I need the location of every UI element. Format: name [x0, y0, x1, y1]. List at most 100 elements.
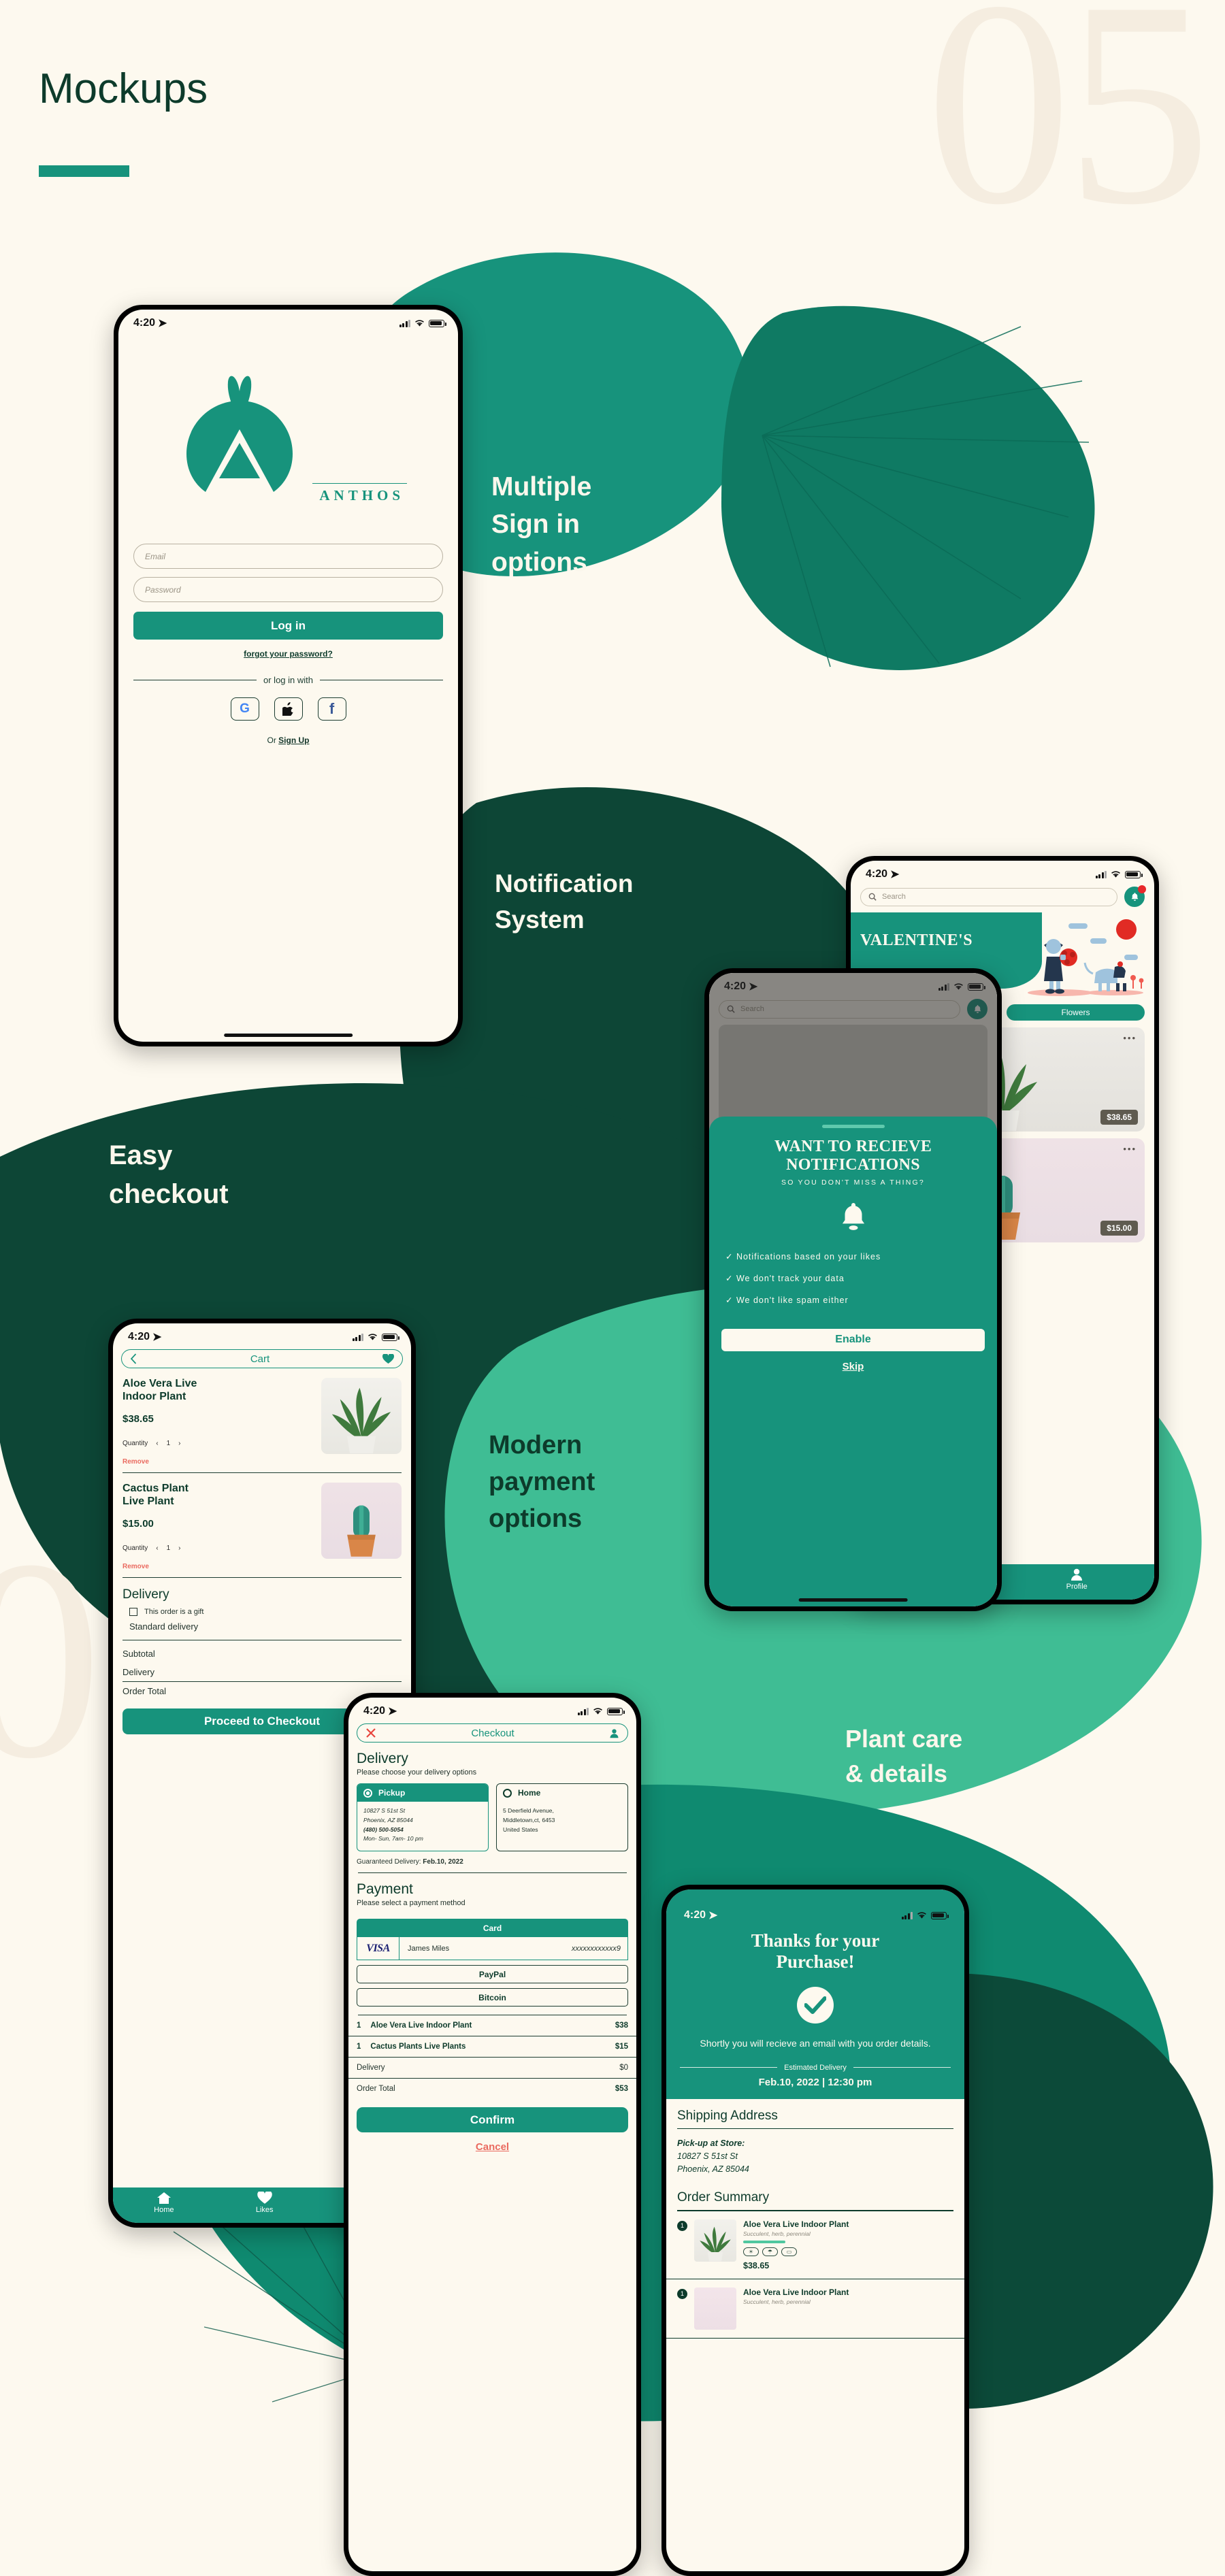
estimated-delivery-row: Estimated Delivery [680, 2064, 951, 2072]
caption-plant-care: Plant care & details [845, 1725, 963, 1788]
email-placeholder: Email [145, 551, 166, 561]
quantity-decrement[interactable]: ‹ [156, 1440, 158, 1447]
tab-profile[interactable]: Profile [1066, 1568, 1088, 1591]
email-field[interactable]: Email [133, 544, 443, 569]
home-radio[interactable] [503, 1788, 512, 1798]
quantity-label: Quantity [122, 1439, 148, 1447]
cactus-plant-image [347, 1505, 376, 1557]
gift-checkbox[interactable] [129, 1607, 137, 1616]
checkout-nav-bar: Checkout [357, 1723, 628, 1743]
title-underline [39, 165, 129, 177]
checkout-screen: 4:20 ➤ Checkout Delivery Please choose yo… [348, 1698, 636, 2571]
tab-likes-label: Likes [255, 2205, 274, 2214]
payment-method-bitcoin[interactable]: Bitcoin [357, 1988, 628, 2007]
quantity-decrement[interactable]: ‹ [156, 1545, 158, 1552]
remove-item-link[interactable]: Remove [122, 1563, 314, 1570]
payment-method-card[interactable]: Card [357, 1919, 628, 1937]
saved-card-row[interactable]: VISA James Miles xxxxxxxxxxxx9 [357, 1937, 628, 1960]
status-bar-shop: 4:20 ➤ [851, 861, 1154, 884]
cart-item-name: Aloe Vera Live Indoor Plant [122, 1378, 197, 1402]
delivery-option-pickup[interactable]: Pickup 10827 S 51st St Phoenix, AZ 85044… [357, 1783, 489, 1851]
item-price: $38.65 [743, 2260, 770, 2270]
order-summary-section: Order Summary [666, 2175, 964, 2211]
apple-login-button[interactable] [274, 697, 303, 721]
cart-item-name: Cactus Plant Live Plant [122, 1482, 189, 1507]
back-chevron-icon[interactable] [130, 1353, 137, 1364]
notifications-button[interactable] [1124, 885, 1146, 907]
item-tags: Succulent, herb, perennial [743, 2298, 811, 2305]
cancel-button[interactable]: Cancel [348, 2141, 636, 2153]
heart-icon [257, 2191, 272, 2204]
google-login-button[interactable]: G [230, 697, 259, 721]
gift-checkbox-row[interactable]: This order is a gift [113, 1607, 411, 1621]
tab-profile-label: Profile [1066, 1583, 1088, 1591]
guaranteed-delivery: Guaranteed Delivery: Feb.10, 2022 [348, 1851, 636, 1872]
aloe-plant-image [331, 1387, 391, 1454]
order-total-label: Order Total [357, 2085, 395, 2093]
remove-item-link[interactable]: Remove [122, 1458, 314, 1466]
quantity-increment[interactable]: › [178, 1545, 180, 1552]
summary-row-cactus: 1 Cactus Plants Live Plants $15 [348, 2036, 636, 2058]
search-input[interactable]: Search [860, 887, 1117, 906]
item-qty-badge: 1 [677, 2288, 687, 2299]
notification-badge [1138, 885, 1146, 893]
status-time: 4:20 [363, 1705, 386, 1717]
facebook-login-button[interactable]: f [317, 697, 346, 721]
payment-method-paypal[interactable]: PayPal [357, 1965, 628, 1983]
pickup-radio[interactable] [363, 1788, 372, 1798]
thanks-message: Shortly you will recieve an email with y… [700, 2037, 931, 2049]
quantity-stepper[interactable]: Quantity ‹ 1 › [122, 1545, 314, 1552]
apple-icon [282, 702, 293, 716]
location-arrow-icon: ➤ [708, 1910, 718, 1921]
guaranteed-label: Guaranteed Delivery: [357, 1858, 423, 1866]
product-menu-icon[interactable]: ••• [1123, 1033, 1137, 1043]
card-number: xxxxxxxxxxxx9 [571, 1944, 621, 1953]
forgot-password-link[interactable]: forgot your password? [133, 649, 443, 659]
heart-icon[interactable] [382, 1353, 394, 1364]
summary-row-aloe: 1 Aloe Vera Live Indoor Plant $38 [348, 2015, 636, 2036]
enable-notifications-button[interactable]: Enable [721, 1328, 985, 1351]
item-qty-badge: 1 [677, 2220, 687, 2231]
summary-delivery-value: $0 [619, 2064, 628, 2072]
search-placeholder: Search [882, 893, 906, 901]
signal-icon [577, 1707, 589, 1715]
sheet-subtitle: SO YOU DON'T MISS A THING? [781, 1178, 925, 1187]
cart-item-cactus: Cactus Plant Live Plant $15.00 Quantity ‹… [113, 1473, 411, 1577]
social-divider: or log in with [133, 675, 444, 685]
order-total-value: $53 [615, 2085, 628, 2093]
person-icon[interactable] [609, 1728, 619, 1738]
shipping-line-2: Phoenix, AZ 85044 [677, 2164, 749, 2174]
wifi-icon [917, 1912, 926, 1919]
confirm-button[interactable]: Confirm [357, 2107, 628, 2132]
quantity-label: Quantity [122, 1544, 148, 1552]
location-arrow-icon: ➤ [152, 1332, 162, 1343]
phone-checkout: 4:20 ➤ Checkout Delivery Please choose yo… [344, 1693, 641, 2576]
estimated-value: Feb.10, 2022 | 12:30 pm [758, 2076, 872, 2088]
delivery-option-home[interactable]: Home 5 Deerfield Avenue, Middletown,ct, … [496, 1783, 628, 1851]
benefit-item-1: ✓ Notifications based on your likes [725, 1251, 881, 1261]
close-icon[interactable] [365, 1728, 376, 1738]
page-title: Mockups [39, 65, 208, 112]
bell-illustration [837, 1200, 870, 1236]
location-arrow-icon: ➤ [388, 1706, 397, 1717]
benefit-item-2: ✓ We don't track your data [725, 1273, 845, 1283]
product-price-cactus: $15.00 [1100, 1221, 1138, 1236]
standard-delivery-label: Standard delivery [129, 1621, 199, 1632]
password-field[interactable]: Password [133, 577, 443, 602]
shipping-line-1: 10827 S 51st St [677, 2151, 738, 2161]
signup-link[interactable]: Sign Up [278, 736, 309, 745]
quantity-increment[interactable]: › [178, 1440, 180, 1447]
tab-home[interactable]: Home [154, 2192, 174, 2214]
chip-flowers[interactable]: Flowers [1007, 1004, 1145, 1021]
tab-likes[interactable]: Likes [255, 2191, 274, 2214]
shipping-address: Pick-up at Store: 10827 S 51st St Phoeni… [666, 2129, 964, 2175]
login-button[interactable]: Log in [133, 612, 443, 640]
delivery-options: Pickup 10827 S 51st St Phoenix, AZ 85044… [348, 1783, 636, 1851]
quantity-stepper[interactable]: Quantity ‹ 1 › [122, 1440, 314, 1447]
skip-notifications-button[interactable]: Skip [721, 1361, 985, 1372]
anthos-logo: ANTHOS [133, 356, 443, 504]
facebook-icon: f [329, 700, 335, 717]
sheet-grabber[interactable] [821, 1125, 885, 1128]
signal-icon [1095, 870, 1107, 878]
product-menu-icon[interactable]: ••• [1123, 1144, 1137, 1154]
